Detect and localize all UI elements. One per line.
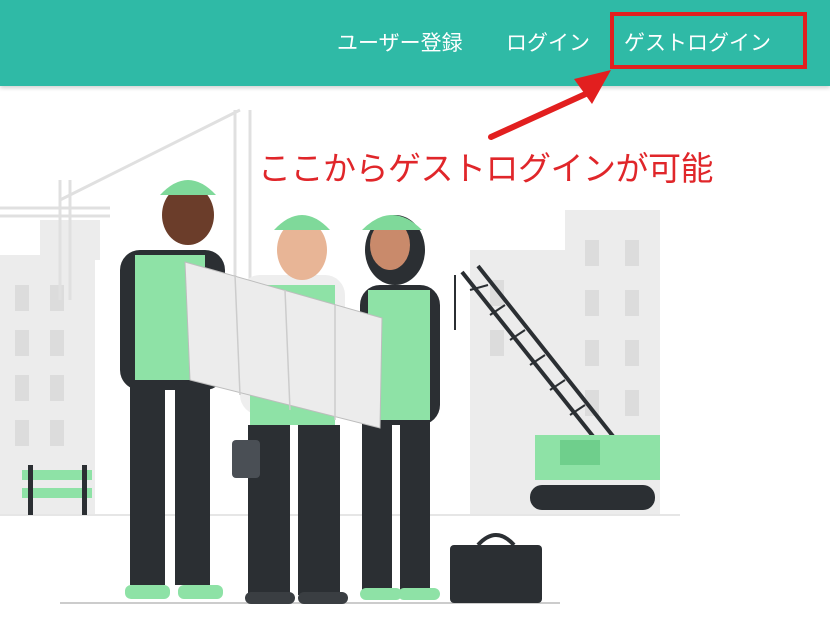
- nav-register-link[interactable]: ユーザー登録: [337, 0, 463, 86]
- guest-login-highlight-box: [610, 12, 807, 69]
- annotation-text: ここからゲストログインが可能: [258, 149, 714, 188]
- nav-login-link[interactable]: ログイン: [506, 0, 590, 86]
